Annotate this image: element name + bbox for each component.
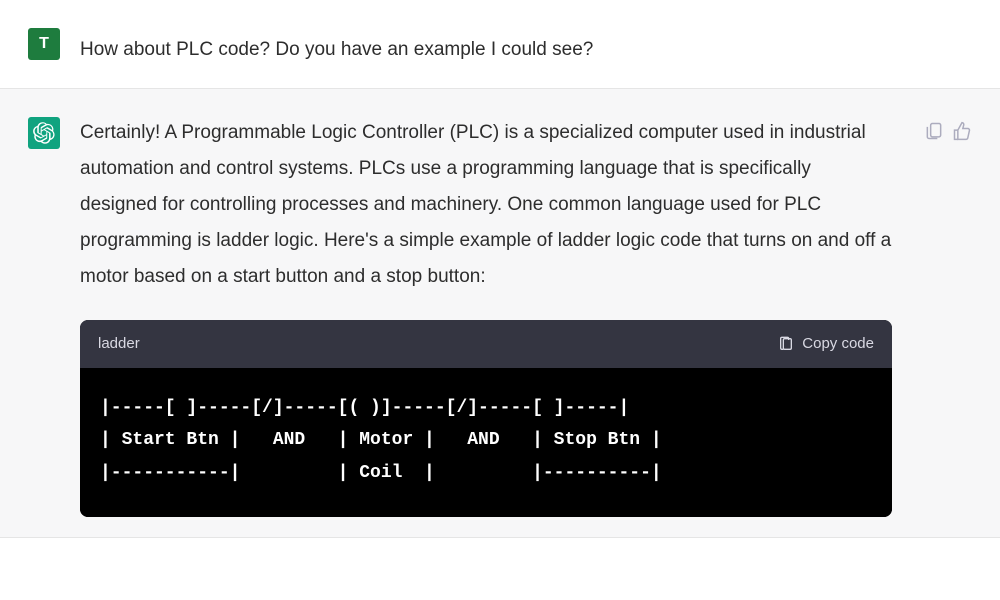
code-block: ladder Copy code |-----[ ]-----[/]-----[… — [80, 320, 892, 518]
thumbs-up-button[interactable] — [952, 121, 972, 141]
thumbs-up-icon — [952, 121, 972, 141]
user-avatar-letter: T — [39, 35, 49, 53]
user-avatar: T — [28, 28, 60, 60]
code-language-label: ladder — [98, 330, 140, 359]
clipboard-icon — [924, 121, 944, 141]
assistant-avatar — [28, 117, 60, 149]
assistant-content: Certainly! A Programmable Logic Controll… — [80, 109, 892, 517]
openai-logo-icon — [33, 122, 55, 144]
assistant-intro-text: Certainly! A Programmable Logic Controll… — [80, 115, 892, 295]
user-action-col — [912, 20, 972, 32]
user-message-text: How about PLC code? Do you have an examp… — [80, 20, 892, 68]
code-header: ladder Copy code — [80, 320, 892, 369]
assistant-message-row: Certainly! A Programmable Logic Controll… — [0, 88, 1000, 538]
assistant-action-col — [912, 109, 972, 141]
copy-code-button[interactable]: Copy code — [778, 330, 874, 359]
clipboard-icon — [778, 336, 794, 352]
user-message-row: T How about PLC code? Do you have an exa… — [0, 0, 1000, 88]
copy-message-button[interactable] — [924, 121, 944, 141]
copy-code-label: Copy code — [802, 330, 874, 359]
code-body: |-----[ ]-----[/]-----[( )]-----[/]-----… — [80, 368, 892, 517]
